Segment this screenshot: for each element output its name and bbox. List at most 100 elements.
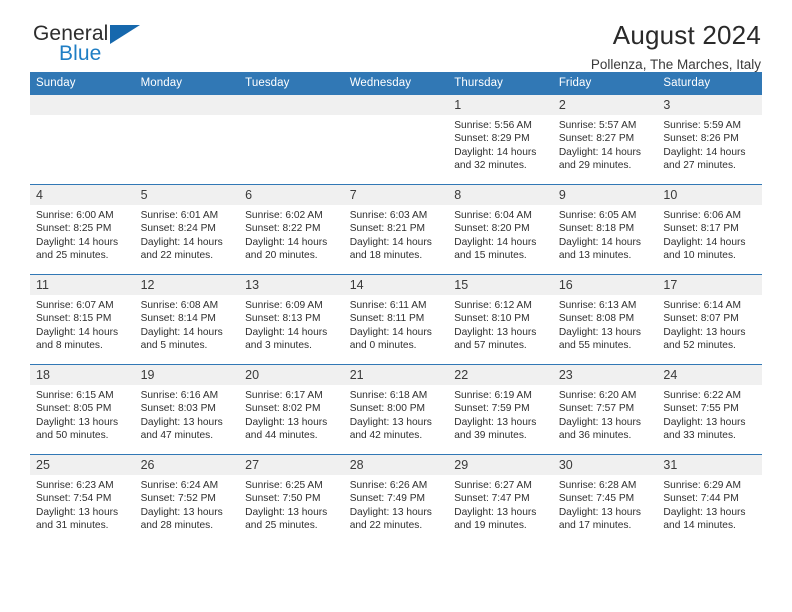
day-number: 31 (657, 455, 762, 475)
sunrise-text: Sunrise: 6:14 AM (663, 300, 741, 311)
day-number: 24 (657, 365, 762, 385)
day-number: 22 (448, 365, 553, 385)
page-header: General Blue August 2024 Pollenza, The M… (30, 0, 762, 72)
general-blue-logo[interactable]: General Blue (30, 20, 150, 72)
calendar-day-cell[interactable]: 30 Sunrise: 6:28 AM Sunset: 7:45 PM Dayligh… (552, 454, 658, 544)
calendar-day-cell[interactable]: 19 Sunrise: 6:16 AM Sunset: 8:03 PM Dayligh… (134, 364, 240, 455)
sunset-text: Sunset: 8:03 PM (140, 403, 216, 415)
sunset-text: Sunset: 8:02 PM (245, 403, 321, 415)
day-number: 16 (552, 275, 658, 295)
daylight-text: Daylight: 13 hours and 44 minutes. (245, 416, 328, 442)
calendar-day-cell[interactable]: 1 Sunrise: 5:56 AM Sunset: 8:29 PM Daylight… (448, 94, 553, 185)
day-number: 3 (657, 95, 762, 115)
weekday-header-friday: Friday (552, 72, 658, 95)
sunset-text: Sunset: 8:21 PM (349, 223, 426, 235)
sunset-text: Sunset: 8:24 PM (140, 223, 216, 235)
calendar-day-cell[interactable]: 13 Sunrise: 6:09 AM Sunset: 8:13 PM Dayligh… (239, 274, 344, 365)
sunrise-text: Sunrise: 6:15 AM (36, 390, 114, 401)
sunrise-text: Sunrise: 6:26 AM (349, 480, 428, 491)
calendar-day-cell[interactable]: 10 Sunrise: 6:06 AM Sunset: 8:17 PM Dayligh… (657, 184, 762, 275)
day-number: 1 (448, 95, 553, 115)
calendar-day-cell[interactable]: 18 Sunrise: 6:15 AM Sunset: 8:05 PM Dayligh… (30, 364, 135, 455)
calendar-week-row: 25 Sunrise: 6:23 AM Sunset: 7:54 PM Dayligh… (30, 454, 762, 544)
calendar-day-cell[interactable]: 21 Sunrise: 6:18 AM Sunset: 8:00 PM Dayligh… (343, 364, 449, 455)
day-number: 15 (448, 275, 553, 295)
sunset-text: Sunset: 7:44 PM (663, 493, 739, 505)
day-number: 25 (30, 455, 135, 475)
calendar-week-row: 4 Sunrise: 6:00 AM Sunset: 8:25 PM Daylight… (30, 184, 762, 275)
daylight-text: Daylight: 13 hours and 52 minutes. (663, 326, 746, 352)
sunset-text: Sunset: 8:13 PM (245, 313, 321, 325)
calendar-day-cell[interactable]: 26 Sunrise: 6:24 AM Sunset: 7:52 PM Dayligh… (134, 454, 240, 544)
logo-text-blue: Blue (59, 42, 102, 65)
sunset-text: Sunset: 7:54 PM (36, 493, 112, 505)
calendar-day-cell[interactable]: 15 Sunrise: 6:12 AM Sunset: 8:10 PM Dayligh… (448, 274, 553, 365)
daylight-text: Daylight: 14 hours and 5 minutes. (140, 326, 223, 352)
sunrise-text: Sunrise: 6:18 AM (349, 390, 428, 401)
day-details: Sunrise: 6:15 AM Sunset: 8:05 PM Daylight:… (30, 385, 135, 443)
day-number: 23 (552, 365, 658, 385)
daylight-text: Daylight: 14 hours and 18 minutes. (349, 236, 432, 262)
calendar-day-cell[interactable]: 11 Sunrise: 6:07 AM Sunset: 8:15 PM Dayligh… (30, 274, 135, 365)
day-details: Sunrise: 6:13 AM Sunset: 8:08 PM Daylight:… (553, 295, 658, 353)
calendar-day-cell[interactable]: 17 Sunrise: 6:14 AM Sunset: 8:07 PM Dayligh… (657, 274, 762, 365)
calendar-day-cell[interactable]: 28 Sunrise: 6:26 AM Sunset: 7:49 PM Dayligh… (343, 454, 449, 544)
calendar-day-cell[interactable]: 2 Sunrise: 5:57 AM Sunset: 8:27 PM Daylight… (552, 94, 658, 185)
sunset-text: Sunset: 8:25 PM (36, 223, 112, 235)
sunset-text: Sunset: 8:10 PM (454, 313, 530, 325)
calendar-day-cell[interactable]: 8 Sunrise: 6:04 AM Sunset: 8:20 PM Daylight… (448, 184, 553, 275)
calendar-day-cell[interactable]: 5 Sunrise: 6:01 AM Sunset: 8:24 PM Daylight… (134, 184, 240, 275)
sunset-text: Sunset: 7:57 PM (558, 403, 635, 415)
calendar-day-cell[interactable]: 27 Sunrise: 6:25 AM Sunset: 7:50 PM Dayligh… (239, 454, 344, 544)
day-number: 2 (552, 95, 658, 115)
daylight-text: Daylight: 14 hours and 25 minutes. (36, 236, 119, 262)
calendar-page: General Blue August 2024 Pollenza, The M… (0, 0, 792, 612)
calendar-day-cell[interactable]: 24 Sunrise: 6:22 AM Sunset: 7:55 PM Dayligh… (657, 364, 762, 455)
calendar-day-cell[interactable]: 22 Sunrise: 6:19 AM Sunset: 7:59 PM Dayligh… (448, 364, 553, 455)
calendar-day-cell[interactable]: 25 Sunrise: 6:23 AM Sunset: 7:54 PM Dayligh… (30, 454, 135, 544)
calendar-day-cell[interactable]: 23 Sunrise: 6:20 AM Sunset: 7:57 PM Dayligh… (552, 364, 658, 455)
sunrise-text: Sunrise: 6:19 AM (454, 390, 532, 401)
day-details: Sunrise: 6:24 AM Sunset: 7:52 PM Daylight:… (135, 475, 240, 533)
daylight-text: Daylight: 13 hours and 33 minutes. (663, 416, 746, 442)
calendar-day-cell-empty (134, 94, 240, 185)
calendar-week-row: 1 Sunrise: 5:56 AM Sunset: 8:29 PM Daylight… (30, 94, 762, 185)
day-details: Sunrise: 6:14 AM Sunset: 8:07 PM Daylight:… (657, 295, 762, 353)
sunset-text: Sunset: 8:29 PM (454, 133, 530, 145)
calendar-day-cell[interactable]: 3 Sunrise: 5:59 AM Sunset: 8:26 PM Daylight… (657, 94, 762, 185)
daylight-text: Daylight: 14 hours and 10 minutes. (663, 236, 746, 262)
day-details: Sunrise: 6:05 AM Sunset: 8:18 PM Daylight:… (553, 205, 658, 263)
weekday-header-row: Sunday Monday Tuesday Wednesday Thursday… (30, 72, 762, 95)
day-number: 26 (134, 455, 240, 475)
calendar-day-cell[interactable]: 9 Sunrise: 6:05 AM Sunset: 8:18 PM Daylight… (552, 184, 658, 275)
day-details: Sunrise: 6:04 AM Sunset: 8:20 PM Daylight:… (448, 205, 553, 263)
day-details: Sunrise: 6:22 AM Sunset: 7:55 PM Daylight:… (657, 385, 762, 443)
daylight-text: Daylight: 14 hours and 29 minutes. (558, 146, 641, 172)
calendar-day-cell[interactable]: 31 Sunrise: 6:29 AM Sunset: 7:44 PM Dayligh… (657, 454, 762, 544)
calendar-day-cell[interactable]: 20 Sunrise: 6:17 AM Sunset: 8:02 PM Dayligh… (239, 364, 344, 455)
daylight-text: Daylight: 13 hours and 25 minutes. (245, 506, 328, 532)
day-details: Sunrise: 6:25 AM Sunset: 7:50 PM Daylight:… (239, 475, 344, 533)
calendar-day-cell[interactable]: 14 Sunrise: 6:11 AM Sunset: 8:11 PM Dayligh… (343, 274, 449, 365)
calendar-body: 1 Sunrise: 5:56 AM Sunset: 8:29 PM Daylight… (30, 94, 762, 544)
daylight-text: Daylight: 14 hours and 8 minutes. (36, 326, 119, 352)
sunrise-text: Sunrise: 5:57 AM (558, 120, 637, 131)
day-number: 27 (239, 455, 344, 475)
calendar-day-cell[interactable]: 7 Sunrise: 6:03 AM Sunset: 8:21 PM Daylight… (343, 184, 449, 275)
day-number: 14 (343, 275, 449, 295)
sunrise-text: Sunrise: 6:24 AM (140, 480, 219, 491)
calendar-day-cell[interactable]: 16 Sunrise: 6:13 AM Sunset: 8:08 PM Dayligh… (552, 274, 658, 365)
sunrise-text: Sunrise: 6:17 AM (245, 390, 323, 401)
day-number: 18 (30, 365, 135, 385)
calendar-day-cell[interactable]: 29 Sunrise: 6:27 AM Sunset: 7:47 PM Dayligh… (448, 454, 553, 544)
sunset-text: Sunset: 8:05 PM (36, 403, 112, 415)
day-details: Sunrise: 6:09 AM Sunset: 8:13 PM Daylight:… (239, 295, 344, 353)
day-number (343, 95, 449, 115)
day-details: Sunrise: 6:03 AM Sunset: 8:21 PM Daylight:… (344, 205, 449, 263)
daylight-text: Daylight: 13 hours and 36 minutes. (558, 416, 641, 442)
sunrise-text: Sunrise: 6:07 AM (36, 300, 114, 311)
calendar-day-cell[interactable]: 12 Sunrise: 6:08 AM Sunset: 8:14 PM Dayligh… (134, 274, 240, 365)
calendar-day-cell[interactable]: 4 Sunrise: 6:00 AM Sunset: 8:25 PM Daylight… (30, 184, 135, 275)
day-number (239, 95, 344, 115)
calendar-day-cell[interactable]: 6 Sunrise: 6:02 AM Sunset: 8:22 PM Daylight… (239, 184, 344, 275)
